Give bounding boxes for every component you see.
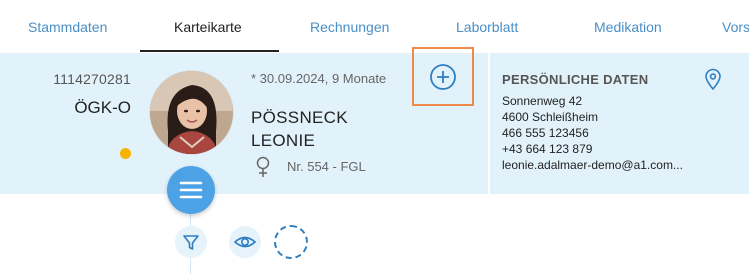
filter-icon xyxy=(183,235,199,250)
tab-medikation[interactable]: Medikation xyxy=(594,0,662,52)
email-address[interactable]: leonie.adalmaer-demo@a1.com... xyxy=(502,158,683,172)
tab-laborblatt[interactable]: Laborblatt xyxy=(456,0,518,52)
filter-button[interactable] xyxy=(175,226,207,258)
add-circle-icon[interactable] xyxy=(429,63,457,91)
add-placeholder-button[interactable] xyxy=(274,225,308,259)
female-icon xyxy=(254,156,272,178)
tab-bar: Stammdaten Karteikarte Rechnungen Laborb… xyxy=(0,0,749,52)
menu-icon xyxy=(179,181,203,199)
header-divider xyxy=(488,53,490,194)
patient-last-name: PÖSSNECK xyxy=(251,108,348,127)
phone-number[interactable]: 466 555 123456 xyxy=(502,126,589,140)
record-number: Nr. 554 - FGL xyxy=(287,159,366,174)
avatar[interactable] xyxy=(150,71,233,154)
menu-button[interactable] xyxy=(167,166,215,214)
view-button[interactable] xyxy=(229,226,261,258)
personal-data-title: PERSÖNLICHE DATEN xyxy=(502,72,649,87)
status-indicator xyxy=(120,148,131,159)
eye-icon xyxy=(233,236,257,248)
insurer-label: ÖGK-O xyxy=(74,98,131,117)
patient-id: 1114270281 xyxy=(53,71,131,87)
active-tab-indicator xyxy=(140,50,279,52)
tab-stammdaten[interactable]: Stammdaten xyxy=(28,0,107,52)
tab-karteikarte[interactable]: Karteikarte xyxy=(174,0,242,52)
map-pin-icon[interactable] xyxy=(703,68,723,90)
birth-info: * 30.09.2024, 9 Monate xyxy=(251,71,387,86)
address-street: Sonnenweg 42 xyxy=(502,94,583,108)
tab-rechnungen[interactable]: Rechnungen xyxy=(310,0,389,52)
patient-first-name: LEONIE xyxy=(251,131,316,150)
address-city: 4600 Schleißheim xyxy=(502,110,599,124)
tab-vorsorge[interactable]: Vors xyxy=(722,0,749,52)
mobile-number[interactable]: +43 664 123 879 xyxy=(502,142,592,156)
